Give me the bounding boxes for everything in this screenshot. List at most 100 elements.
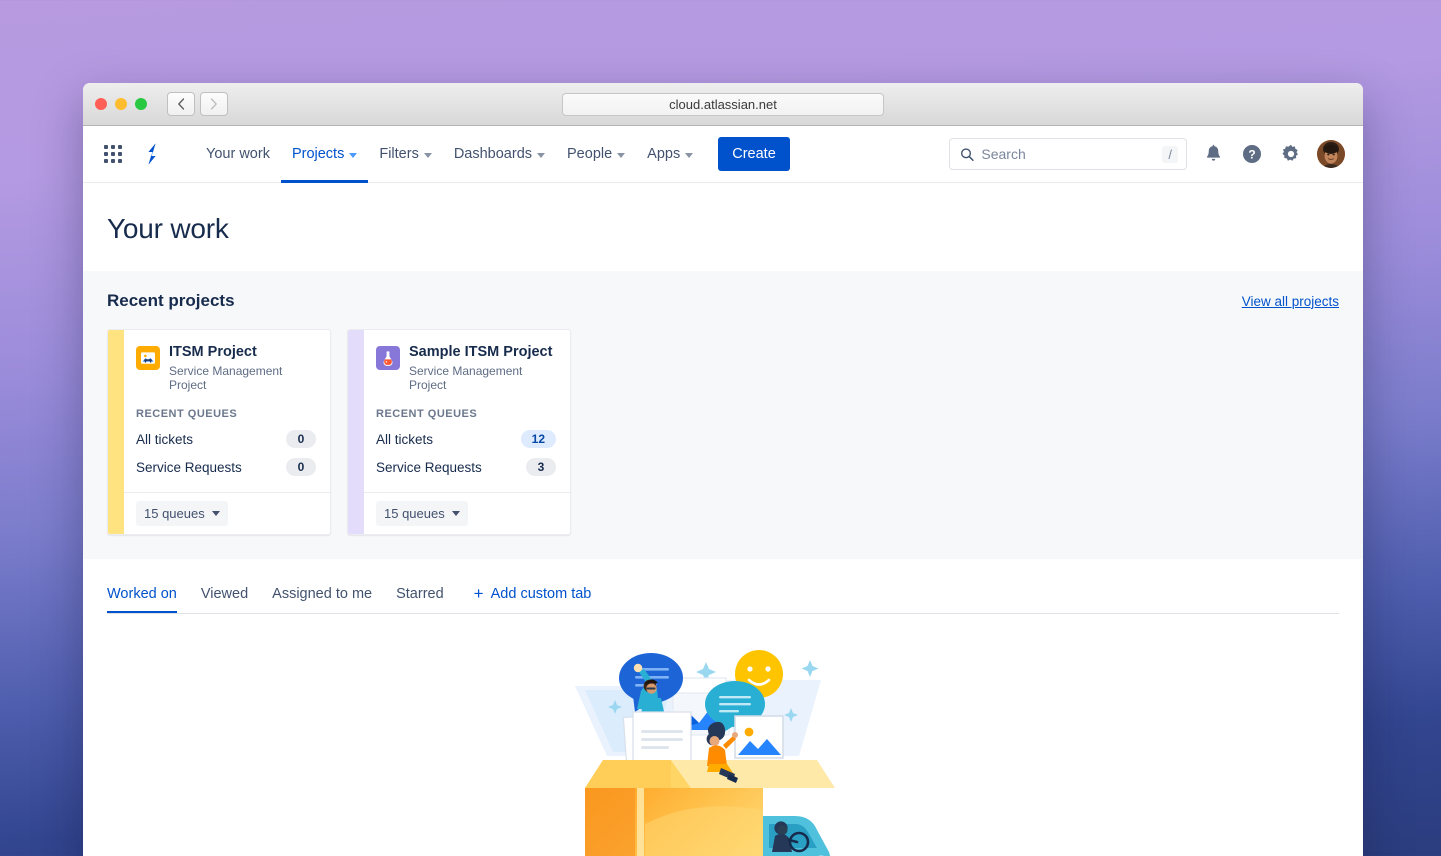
- view-all-projects-link[interactable]: View all projects: [1242, 294, 1339, 309]
- help-button[interactable]: ?: [1239, 141, 1265, 167]
- nav-item-apps[interactable]: Apps: [636, 126, 704, 183]
- recent-projects-section: Recent projects View all projects: [83, 271, 1363, 559]
- nav-label: Projects: [292, 146, 344, 162]
- queues-dropdown-label: 15 queues: [384, 506, 445, 521]
- card-body: ITSM Project Service Management Project …: [124, 330, 330, 534]
- tab-starred[interactable]: Starred: [384, 586, 456, 614]
- recent-projects-cards: ITSM Project Service Management Project …: [107, 329, 1339, 535]
- back-button[interactable]: [167, 92, 195, 116]
- queues-dropdown[interactable]: 15 queues: [136, 501, 228, 526]
- search-shortcut-key: /: [1162, 146, 1178, 163]
- project-type: Service Management Project: [409, 364, 556, 392]
- nav-item-your-work[interactable]: Your work: [195, 126, 281, 183]
- queue-name: Service Requests: [136, 460, 242, 475]
- tab-assigned-to-me[interactable]: Assigned to me: [260, 586, 384, 614]
- queue-row[interactable]: Service Requests 3: [376, 458, 556, 476]
- nav-label: Dashboards: [454, 146, 532, 162]
- chevron-down-icon: [452, 511, 460, 516]
- search-input[interactable]: [981, 146, 1162, 162]
- grid-icon: [104, 145, 122, 163]
- moving-truck-box-illustration: [563, 638, 883, 856]
- queue-row[interactable]: All tickets 0: [136, 430, 316, 448]
- chevron-right-icon: [210, 98, 218, 110]
- card-titles: ITSM Project Service Management Project: [169, 344, 316, 392]
- nav-label: Filters: [379, 146, 418, 162]
- queues-dropdown-label: 15 queues: [144, 506, 205, 521]
- queue-count-badge: 3: [526, 458, 556, 476]
- nav-label: Apps: [647, 146, 680, 162]
- chevron-down-icon: [537, 153, 545, 158]
- nav-item-dashboards[interactable]: Dashboards: [443, 126, 556, 183]
- settings-button[interactable]: [1278, 141, 1304, 167]
- queue-count-badge: 0: [286, 458, 316, 476]
- jira-logo-icon[interactable]: [137, 138, 167, 170]
- empty-state-area: [83, 614, 1363, 856]
- chevron-down-icon: [685, 153, 693, 158]
- tab-viewed[interactable]: Viewed: [189, 586, 260, 614]
- project-card-sample-itsm[interactable]: Sample ITSM Project Service Management P…: [347, 329, 571, 535]
- recent-queues-label: RECENT QUEUES: [136, 408, 316, 420]
- card-content: ITSM Project Service Management Project …: [124, 330, 330, 484]
- queue-name: Service Requests: [376, 460, 482, 475]
- nav-label: People: [567, 146, 612, 162]
- card-footer: 15 queues: [124, 492, 330, 534]
- chevron-down-icon: [212, 511, 220, 516]
- search-icon: [960, 147, 974, 162]
- chevron-down-icon: [617, 153, 625, 158]
- image-placeholder-icon: [136, 346, 160, 370]
- forward-button[interactable]: [200, 92, 228, 116]
- chevron-left-icon: [177, 98, 185, 110]
- card-footer: 15 queues: [364, 492, 570, 534]
- add-custom-tab-label: Add custom tab: [491, 586, 592, 602]
- global-navigation: Your work Projects Filters Dashboards Pe…: [83, 126, 1363, 183]
- recent-queues-label: RECENT QUEUES: [376, 408, 556, 420]
- create-button[interactable]: Create: [718, 137, 790, 171]
- close-window-button[interactable]: [95, 98, 107, 110]
- help-icon: ?: [1242, 144, 1262, 164]
- search-box[interactable]: /: [949, 138, 1187, 170]
- tab-worked-on[interactable]: Worked on: [107, 586, 189, 614]
- card-content: Sample ITSM Project Service Management P…: [364, 330, 570, 484]
- work-tabs: Worked on Viewed Assigned to me Starred …: [107, 585, 1339, 614]
- queue-name: All tickets: [376, 432, 433, 447]
- gear-icon: [1281, 144, 1301, 164]
- queue-row[interactable]: Service Requests 0: [136, 458, 316, 476]
- nav-item-people[interactable]: People: [556, 126, 636, 183]
- card-titles: Sample ITSM Project Service Management P…: [409, 344, 556, 392]
- card-heading: Sample ITSM Project Service Management P…: [376, 344, 556, 392]
- avatar-photo: [1317, 140, 1345, 168]
- browser-url-bar[interactable]: cloud.atlassian.net: [562, 93, 884, 116]
- project-card-itsm[interactable]: ITSM Project Service Management Project …: [107, 329, 331, 535]
- avatar[interactable]: [1317, 140, 1345, 168]
- chevron-down-icon: [424, 153, 432, 158]
- chevron-down-icon: [349, 153, 357, 158]
- notifications-button[interactable]: [1200, 141, 1226, 167]
- card-heading: ITSM Project Service Management Project: [136, 344, 316, 392]
- svg-text:?: ?: [1248, 148, 1255, 162]
- plus-icon: +: [474, 585, 484, 602]
- tabs-divider: [107, 613, 1339, 614]
- nav-label: Your work: [206, 146, 270, 162]
- queue-name: All tickets: [136, 432, 193, 447]
- maximize-window-button[interactable]: [135, 98, 147, 110]
- minimize-window-button[interactable]: [115, 98, 127, 110]
- queues-dropdown[interactable]: 15 queues: [376, 501, 468, 526]
- nav-item-filters[interactable]: Filters: [368, 126, 442, 183]
- queue-row[interactable]: All tickets 12: [376, 430, 556, 448]
- page-header: Your work: [83, 183, 1363, 271]
- nav-item-projects[interactable]: Projects: [281, 126, 368, 183]
- card-color-stripe: [108, 330, 124, 534]
- url-text: cloud.atlassian.net: [669, 97, 777, 112]
- window-traffic-lights: [95, 98, 147, 110]
- bell-icon: [1204, 144, 1223, 164]
- app-switcher-button[interactable]: [97, 138, 129, 170]
- page-title: Your work: [107, 213, 1363, 245]
- flask-icon: [376, 346, 400, 370]
- browser-titlebar: cloud.atlassian.net: [83, 83, 1363, 126]
- project-name: Sample ITSM Project: [409, 344, 556, 361]
- add-custom-tab-button[interactable]: + Add custom tab: [456, 585, 604, 614]
- project-type: Service Management Project: [169, 364, 316, 392]
- project-name: ITSM Project: [169, 344, 316, 361]
- queue-count-badge: 12: [521, 430, 556, 448]
- browser-nav-buttons: [167, 92, 228, 116]
